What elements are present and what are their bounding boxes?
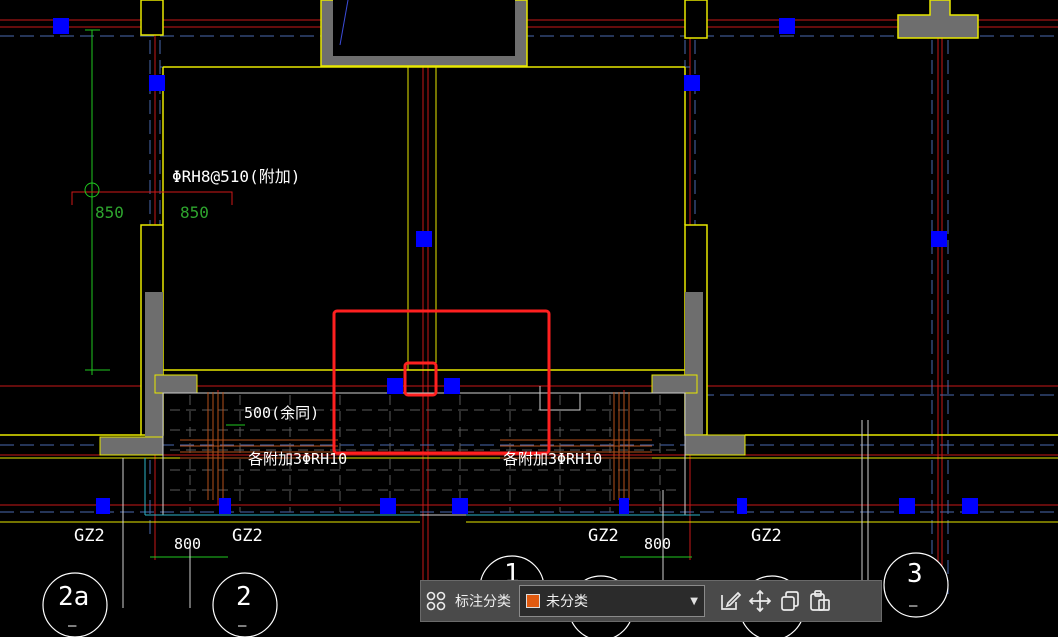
column-marker (779, 18, 795, 34)
column-marker (416, 231, 432, 247)
rebar-label-left: 各附加3ΦRH10 (248, 450, 347, 468)
gz-label: GZ2 (588, 526, 619, 546)
dimension-lines (85, 29, 692, 558)
chevron-down-icon: ▼ (690, 595, 698, 607)
axis-label: 2 (236, 582, 252, 612)
rebar-label-right: 各附加3ΦRH10 (503, 450, 602, 468)
edit-icon[interactable] (715, 586, 745, 616)
column-marker (149, 75, 165, 91)
gz-label: GZ2 (232, 526, 263, 546)
grid-apps-icon[interactable] (421, 586, 451, 616)
column-marker (737, 498, 747, 514)
column-marker (619, 498, 629, 514)
selection-box-outer[interactable] (332, 309, 551, 455)
column-marker (219, 498, 231, 514)
axis-label: 2a (58, 582, 89, 612)
rebar-note: ΦRH8@510(附加) (172, 167, 300, 186)
dim-800-b: 800 (644, 535, 671, 553)
category-color-swatch (526, 594, 540, 608)
column-marker (53, 18, 69, 34)
column-marker (899, 498, 915, 514)
column-marker (684, 75, 700, 91)
dim-800-a: 800 (174, 535, 201, 553)
column-marker (962, 498, 978, 514)
column-marker (931, 231, 947, 247)
paste-icon[interactable] (805, 586, 835, 616)
misc-lines (122, 0, 869, 608)
column-marker (380, 498, 396, 514)
gz-label: GZ2 (74, 526, 105, 546)
annotation-toolbar: 标注分类 未分类 ▼ (420, 580, 882, 622)
dim-500: 500(余同) (244, 404, 319, 422)
axis-label: 3 (907, 559, 923, 589)
gz-label: GZ2 (751, 526, 782, 546)
copy-icon[interactable] (775, 586, 805, 616)
category-select[interactable]: 未分类 ▼ (519, 585, 705, 617)
axis-sub: — (909, 598, 918, 614)
move-icon[interactable] (745, 586, 775, 616)
section-mark (71, 182, 233, 205)
column-marker (96, 498, 110, 514)
axis-sub: — (238, 618, 247, 634)
dim-850-a: 850 (95, 203, 124, 222)
axis-sub: — (68, 618, 77, 634)
selection-box-inner[interactable] (403, 361, 438, 397)
column-marker (444, 378, 460, 394)
category-select-value: 未分类 (546, 593, 588, 609)
cad-canvas[interactable]: ΦRH8@510(附加) 850 850 500(余同) 各附加3ΦRH10 各… (0, 0, 1058, 637)
category-label: 标注分类 (455, 593, 511, 609)
column-marker (387, 378, 403, 394)
column-marker (452, 498, 468, 514)
paving-hatch (162, 386, 686, 516)
dim-850-b: 850 (180, 203, 209, 222)
